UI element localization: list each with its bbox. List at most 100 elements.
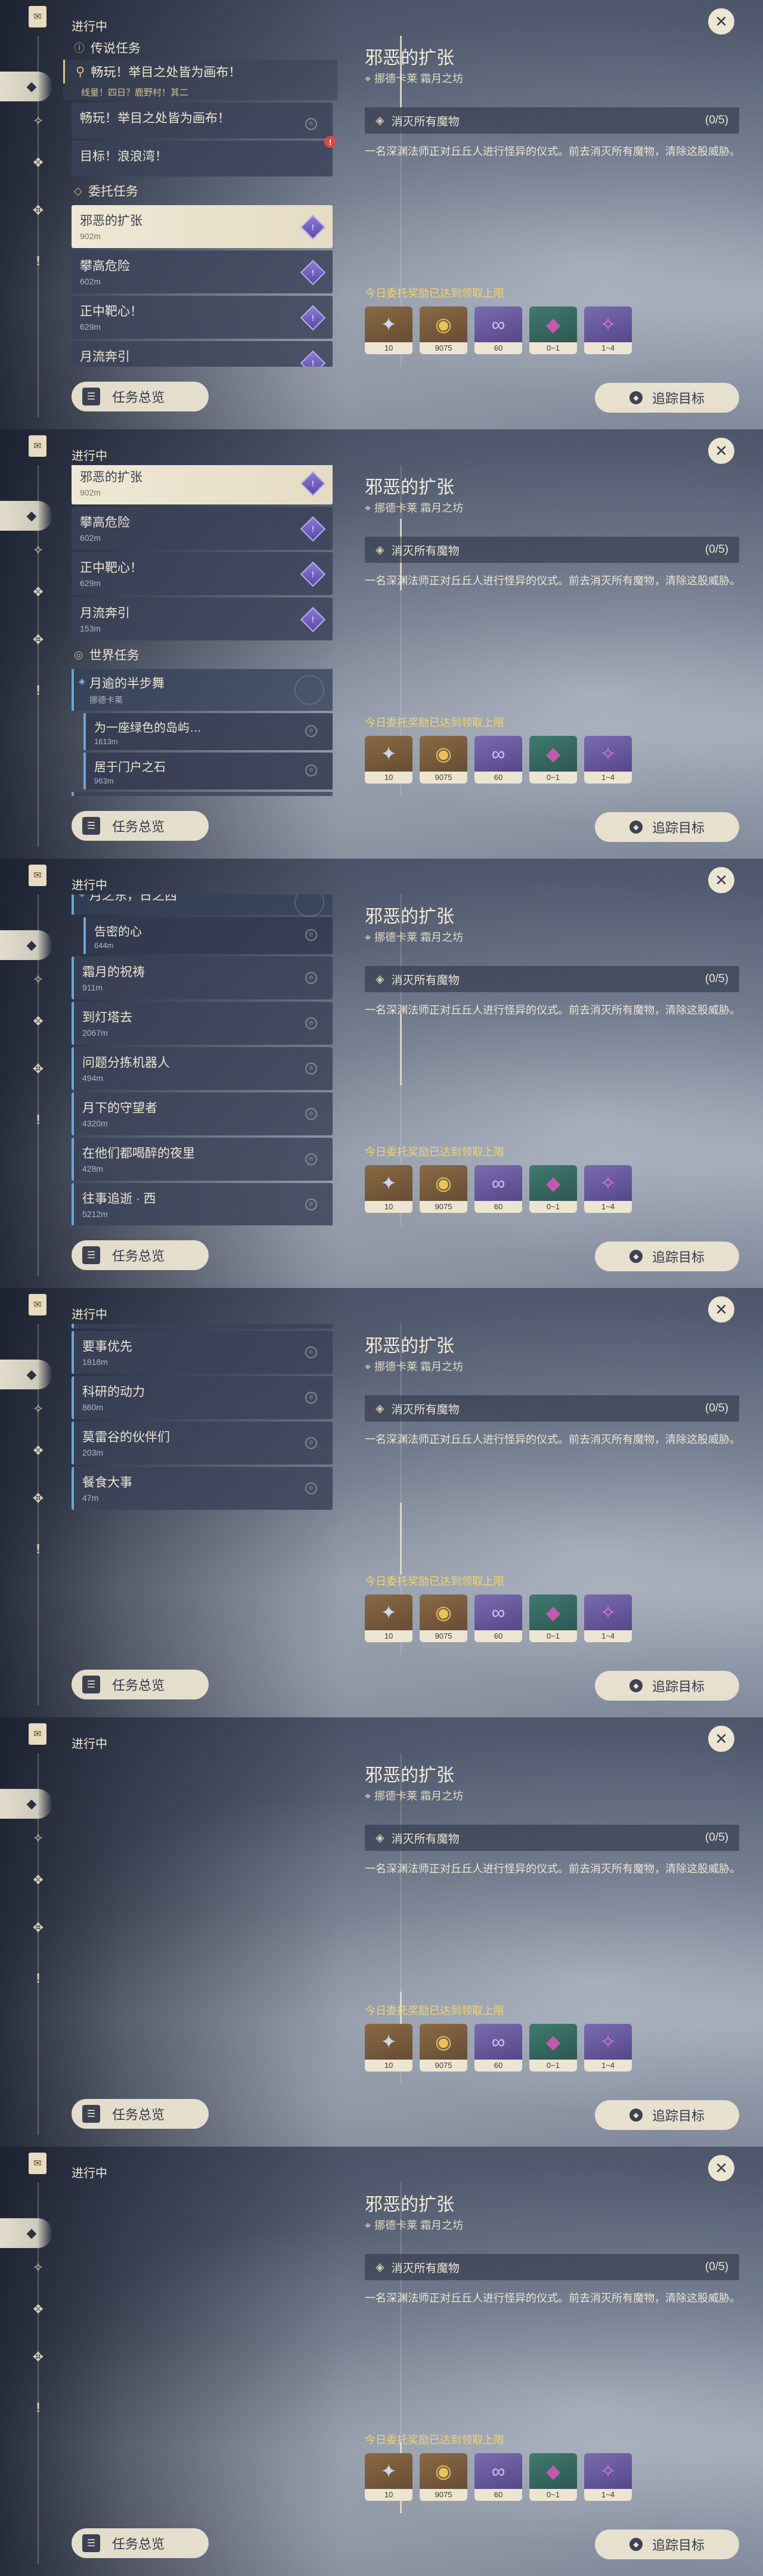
reward-item[interactable]: ✧ 1~4 (584, 2024, 632, 2072)
reward-item[interactable]: ◉ 9075 (420, 2453, 467, 2501)
commission-tab[interactable]: ! (27, 1109, 49, 1131)
reward-item[interactable]: ✦ 10 (365, 2453, 412, 2501)
world-quest-card[interactable]: 往事追逝 · 西 5212m ⌾ (72, 1183, 333, 1225)
world-quest-card[interactable]: 要事优先 1818m ⌾ (72, 1331, 333, 1374)
reward-item[interactable]: ✦ 10 (365, 1594, 412, 1642)
track-target-button[interactable]: ◆ 追踪目标 (595, 2100, 739, 2130)
world-quest-card[interactable]: 餐食大事 47m ⌾ (72, 1467, 333, 1510)
reward-item[interactable]: ✧ 1~4 (584, 736, 632, 784)
quest-list-window[interactable]: ⓘ 传说任务 ⚲ 畅玩！举目之处皆为画布！ 线量！四日？鹿野村！其二 畅玩！举目… (63, 465, 337, 796)
story-quests-tab[interactable]: ❖ (27, 581, 49, 603)
close-button[interactable]: ✕ (708, 438, 734, 464)
world-quest-card[interactable]: 科研的动力 860m ⌾ (72, 1376, 333, 1419)
reward-item[interactable]: ∞ 60 (474, 2024, 522, 2072)
story-quests-tab[interactable]: ❖ (27, 1869, 49, 1891)
reward-item[interactable]: ✧ 1~4 (584, 2453, 632, 2501)
archon-quests-tab[interactable]: ✧ (27, 1828, 49, 1849)
commission-tab[interactable]: ! (27, 680, 49, 701)
archon-quests-tab[interactable]: ✧ (27, 2257, 49, 2278)
reward-item[interactable]: ✦ 10 (365, 1165, 412, 1213)
quest-list-window[interactable]: ⓘ 传说任务 ⚲ 畅玩！举目之处皆为画布！ 线量！四日？鹿野村！其二 畅玩！举目… (63, 1324, 337, 1655)
reward-item[interactable]: ◆ 0~1 (529, 1165, 577, 1213)
all-quests-tab[interactable]: ◆ (0, 930, 52, 960)
legend-step-2[interactable]: 目标！浪浪湾！ ! (72, 136, 336, 177)
close-button[interactable]: ✕ (708, 867, 734, 893)
world-quest-card[interactable]: 问题分拣机器人 494m ⌾ (72, 1047, 333, 1090)
reward-item[interactable]: ✦ 10 (365, 2024, 412, 2072)
close-button[interactable]: ✕ (708, 8, 734, 35)
track-target-button[interactable]: ◆ 追踪目标 (595, 2529, 739, 2559)
commission-card-1[interactable]: 攀高危险 602m ! (72, 507, 333, 550)
world-quests-tab[interactable]: ✥ (27, 1488, 49, 1509)
reward-item[interactable]: ✧ 1~4 (584, 1165, 632, 1213)
commission-card-0[interactable]: 邪恶的扩张 902m ! (72, 205, 333, 248)
world-quest-moon-dance[interactable]: ◈ 月逾的半步舞 挪德卡莱 (72, 669, 333, 711)
close-button[interactable]: ✕ (708, 2155, 734, 2181)
world-quests-tab[interactable]: ✥ (27, 629, 49, 651)
quest-overview-button[interactable]: ☰ 任务总览 (72, 811, 209, 841)
quest-overview-button[interactable]: ☰ 任务总览 (72, 2528, 209, 2558)
world-quests-tab[interactable]: ✥ (27, 200, 49, 221)
commission-card-2[interactable]: 正中靶心！ 629m ! (72, 552, 333, 595)
commission-tab[interactable]: ! (27, 2397, 49, 2419)
world-quest-moon-east[interactable]: ◈ 月之东，日之西 (72, 894, 333, 917)
reward-item[interactable]: ✦ 10 (365, 736, 412, 784)
quest-book-icon[interactable]: ✉ (29, 1723, 46, 1745)
story-quests-tab[interactable]: ❖ (27, 1011, 49, 1032)
reward-item[interactable]: ◆ 0~1 (529, 2024, 577, 2072)
story-quests-tab[interactable]: ❖ (27, 1440, 49, 1462)
all-quests-tab[interactable]: ◆ (0, 2218, 52, 2248)
quest-overview-button[interactable]: ☰ 任务总览 (72, 382, 209, 411)
reward-item[interactable]: ◉ 9075 (420, 1165, 467, 1213)
track-target-button[interactable]: ◆ 追踪目标 (595, 812, 739, 842)
world-quest-moon-east[interactable]: ◈ 月之东，日之西 (72, 792, 333, 796)
commission-tab[interactable]: ! (27, 1968, 49, 1989)
quest-book-icon[interactable]: ✉ (29, 6, 46, 27)
quest-book-icon[interactable]: ✉ (29, 435, 46, 457)
legend-quest-header[interactable]: ⚲ 畅玩！举目之处皆为画布！ (63, 60, 337, 83)
reward-item[interactable]: ◉ 9075 (420, 306, 467, 354)
world-quest-card[interactable]: 在他们都喝醉的夜里 428m ⌾ (72, 1138, 333, 1181)
world-quests-tab[interactable]: ✥ (27, 1917, 49, 1939)
world-quests-tab[interactable]: ✥ (27, 2346, 49, 2368)
reward-item[interactable]: ◉ 9075 (420, 1594, 467, 1642)
world-quest-card[interactable]: 霜月的祝祷 911m ⌾ (72, 956, 333, 999)
close-button[interactable]: ✕ (708, 1726, 734, 1752)
all-quests-tab[interactable]: ◆ (0, 501, 52, 531)
reward-item[interactable]: ◉ 9075 (420, 2024, 467, 2072)
commission-tab[interactable]: ! (27, 1538, 49, 1560)
reward-item[interactable]: ✧ 1~4 (584, 306, 632, 354)
archon-quests-tab[interactable]: ✧ (27, 969, 49, 990)
close-button[interactable]: ✕ (708, 1296, 734, 1323)
commission-card-0[interactable]: 邪恶的扩张 902m ! (72, 465, 333, 504)
track-target-button[interactable]: ◆ 追踪目标 (595, 1671, 739, 1701)
reward-item[interactable]: ✦ 10 (365, 306, 412, 354)
quest-overview-button[interactable]: ☰ 任务总览 (72, 2099, 209, 2129)
quest-list-window[interactable]: ⓘ 传说任务 ⚲ 畅玩！举目之处皆为画布！ 线量！四日？鹿野村！其二 畅玩！举目… (63, 36, 337, 367)
reward-item[interactable]: ∞ 60 (474, 2453, 522, 2501)
commission-card-3[interactable]: 月流奔引 153m ! (72, 597, 333, 640)
story-quests-tab[interactable]: ❖ (27, 2299, 49, 2320)
world-quests-tab[interactable]: ✥ (27, 1058, 49, 1080)
world-quest-card[interactable]: 到灯塔去 2067m ⌾ (72, 1002, 333, 1045)
track-target-button[interactable]: ◆ 追踪目标 (595, 1241, 739, 1271)
reward-item[interactable]: ∞ 60 (474, 306, 522, 354)
quest-list-window[interactable]: ⓘ 传说任务 ⚲ 畅玩！举目之处皆为画布！ 线量！四日？鹿野村！其二 畅玩！举目… (63, 2182, 337, 2513)
world-step-telltale-heart[interactable]: 告密的心 644m ⌾ (83, 917, 333, 954)
reward-item[interactable]: ∞ 60 (474, 736, 522, 784)
world-quest-card[interactable]: 月下的守望者 4320m ⌾ (72, 1092, 333, 1135)
reward-item[interactable]: ∞ 60 (474, 1165, 522, 1213)
quest-book-icon[interactable]: ✉ (29, 1294, 46, 1315)
commission-card-1[interactable]: 攀高危险 602m ! (72, 250, 333, 293)
commission-card-2[interactable]: 正中靶心！ 629m ! (72, 296, 333, 339)
archon-quests-tab[interactable]: ✧ (27, 540, 49, 561)
world-quest-card[interactable]: 莫雷谷的伙伴们 203m ⌾ (72, 1422, 333, 1465)
reward-item[interactable]: ✧ 1~4 (584, 1594, 632, 1642)
all-quests-tab[interactable]: ◆ (0, 1789, 52, 1819)
reward-item[interactable]: ◆ 0~1 (529, 2453, 577, 2501)
quest-list-window[interactable]: ⓘ 传说任务 ⚲ 畅玩！举目之处皆为画布！ 线量！四日？鹿野村！其二 畅玩！举目… (63, 894, 337, 1225)
quest-overview-button[interactable]: ☰ 任务总览 (72, 1240, 209, 1270)
archon-quests-tab[interactable]: ✧ (27, 1398, 49, 1420)
reward-item[interactable]: ◆ 0~1 (529, 736, 577, 784)
reward-item[interactable]: ∞ 60 (474, 1594, 522, 1642)
